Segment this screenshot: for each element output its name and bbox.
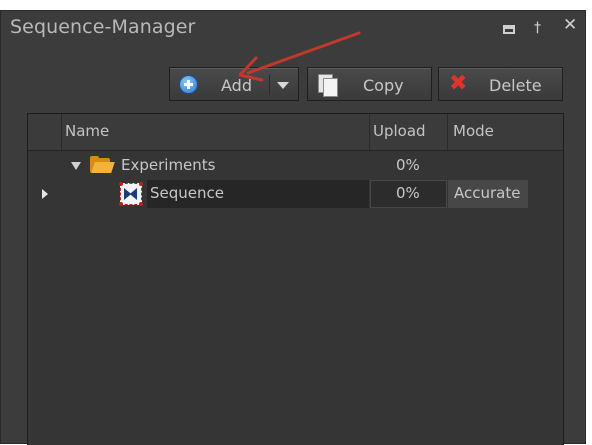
- sequence-icon: [119, 182, 143, 206]
- delete-button[interactable]: ✖ Delete: [438, 67, 563, 101]
- grid-header: Name Upload Mode: [28, 114, 563, 151]
- pin-icon[interactable]: †: [534, 20, 541, 36]
- copy-button[interactable]: Copy: [307, 67, 432, 101]
- add-dropdown-divider: [269, 75, 270, 95]
- row-mode: Accurate: [454, 184, 521, 202]
- minimize-icon[interactable]: [503, 25, 515, 34]
- title-bar: Sequence-Manager † ✕: [1, 11, 585, 47]
- column-header-mode[interactable]: Mode: [453, 122, 494, 140]
- column-divider: [447, 114, 448, 150]
- window-title: Sequence-Manager: [10, 16, 196, 38]
- row-upload: 0%: [396, 184, 420, 202]
- sequence-manager-panel: Sequence-Manager † ✕ Add Copy ✖ Delete N…: [0, 10, 586, 445]
- expand-triangle-icon[interactable]: [71, 162, 81, 170]
- close-icon[interactable]: ✕: [563, 17, 577, 34]
- tree-row-experiments[interactable]: Experiments 0%: [28, 152, 563, 180]
- add-button-label: Add: [221, 76, 252, 95]
- add-circle-icon: [179, 75, 198, 94]
- copy-button-label: Copy: [363, 76, 404, 95]
- row-name: Experiments: [121, 156, 216, 174]
- folder-open-icon: [90, 156, 115, 174]
- delete-button-label: Delete: [489, 76, 542, 95]
- column-header-name[interactable]: Name: [65, 122, 109, 140]
- add-button[interactable]: Add: [169, 67, 299, 101]
- copy-icon: [318, 74, 338, 97]
- column-divider: [61, 114, 62, 150]
- toolbar: Add Copy ✖ Delete: [1, 67, 585, 103]
- delete-x-icon: ✖: [449, 71, 468, 96]
- column-divider: [369, 114, 370, 150]
- row-upload: 0%: [396, 156, 420, 174]
- tree-row-sequence[interactable]: Sequence 0% Accurate: [28, 180, 563, 208]
- column-header-upload[interactable]: Upload: [373, 122, 426, 140]
- row-name: Sequence: [150, 184, 224, 202]
- current-row-arrow-icon: [42, 189, 48, 199]
- sequence-grid[interactable]: Name Upload Mode Experiments 0% Sequence…: [27, 113, 564, 445]
- chevron-down-icon[interactable]: [277, 82, 289, 89]
